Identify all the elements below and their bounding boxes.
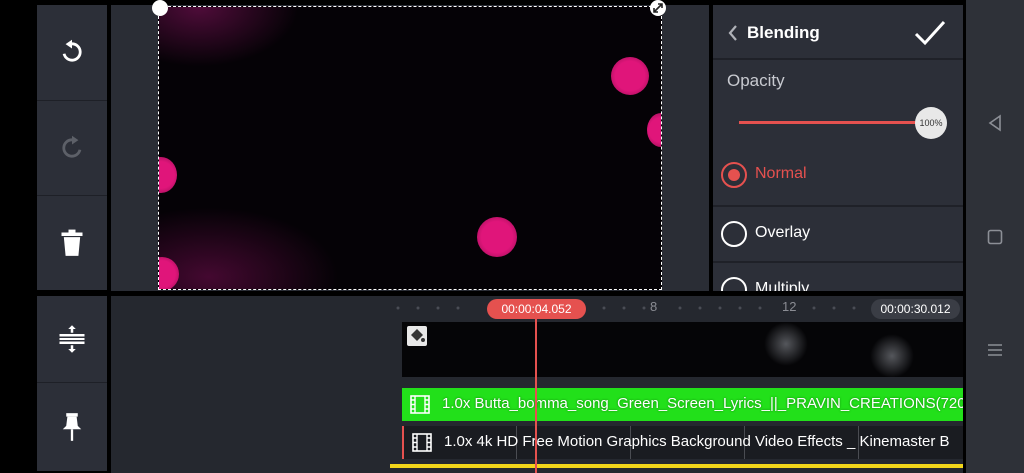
redo-icon <box>62 135 82 158</box>
timeline[interactable]: 8 12 00:00:04.052 00:00:30.012 1.0x Butt… <box>111 296 963 473</box>
back-triangle-icon[interactable] <box>986 114 1004 132</box>
blurred-dot <box>870 334 914 378</box>
resize-icon <box>653 3 663 13</box>
clip-label: 1.0x 4k HD Free Motion Graphics Backgrou… <box>444 433 950 450</box>
trash-icon <box>61 229 83 256</box>
home-square-icon[interactable] <box>986 228 1004 246</box>
opacity-label: Opacity <box>727 71 785 90</box>
ruler-label: 8 <box>650 299 658 314</box>
blend-option-normal[interactable]: Normal <box>713 148 963 204</box>
film-icon <box>412 433 432 452</box>
opacity-slider-track[interactable] <box>739 121 929 124</box>
system-nav-bar <box>966 0 1024 473</box>
left-toolbar <box>37 5 107 290</box>
delete-button[interactable] <box>37 195 107 289</box>
blend-option-label: Multiply <box>755 280 810 291</box>
pink-glow <box>159 7 299 67</box>
background-layer-track[interactable] <box>402 322 963 378</box>
pin-button[interactable] <box>37 382 107 471</box>
ruler-label: 12 <box>782 299 797 314</box>
opacity-value: 100% <box>919 118 943 128</box>
pink-glow <box>159 207 339 289</box>
blend-option-multiply[interactable]: Multiply <box>713 261 963 291</box>
pin-icon <box>62 413 82 441</box>
chevron-left-icon[interactable] <box>725 23 741 43</box>
playhead[interactable] <box>535 318 537 473</box>
redo-button[interactable] <box>37 100 107 194</box>
check-icon[interactable] <box>913 17 947 49</box>
blending-panel: Blending Opacity 100% Normal Overlay Mul… <box>713 5 963 291</box>
pink-bokeh-dot <box>647 113 661 147</box>
pink-bokeh-dot <box>477 217 517 257</box>
pink-bokeh-dot <box>611 57 649 95</box>
film-icon <box>410 395 430 414</box>
radio-selected[interactable] <box>721 162 747 188</box>
green-screen-clip[interactable]: 1.0x Butta_bomma_song_Green_Screen_Lyric… <box>402 388 963 421</box>
undo-button[interactable] <box>37 5 107 99</box>
opacity-slider-knob[interactable]: 100% <box>915 107 947 139</box>
current-time-badge: 00:00:04.052 <box>487 299 586 319</box>
radio-unselected[interactable] <box>721 277 747 291</box>
menu-lines-icon[interactable] <box>986 341 1004 359</box>
audio-track-bar[interactable] <box>390 464 963 468</box>
clip-label: 1.0x Butta_bomma_song_Green_Screen_Lyric… <box>442 395 963 412</box>
timeline-toolbar <box>37 296 107 471</box>
corner-handle-top-left[interactable] <box>152 0 168 16</box>
panel-title: Blending <box>747 23 820 42</box>
split-align-button[interactable] <box>37 296 107 382</box>
total-time-badge: 00:00:30.012 <box>871 299 960 319</box>
blend-option-label: Normal <box>755 165 807 182</box>
radio-unselected[interactable] <box>721 221 747 247</box>
blurred-dot <box>764 322 808 366</box>
paint-bucket-icon <box>407 326 427 346</box>
time-ruler <box>396 306 856 310</box>
pink-bokeh-dot <box>159 157 177 193</box>
blend-option-overlay[interactable]: Overlay <box>713 205 963 261</box>
video-preview[interactable] <box>158 6 662 290</box>
panel-header: Blending <box>713 5 963 60</box>
split-align-icon <box>59 325 85 353</box>
corner-handle-top-right[interactable] <box>650 0 666 16</box>
undo-icon <box>62 39 82 62</box>
background-video-clip[interactable]: 1.0x 4k HD Free Motion Graphics Backgrou… <box>402 426 963 459</box>
blend-option-label: Overlay <box>755 224 811 241</box>
